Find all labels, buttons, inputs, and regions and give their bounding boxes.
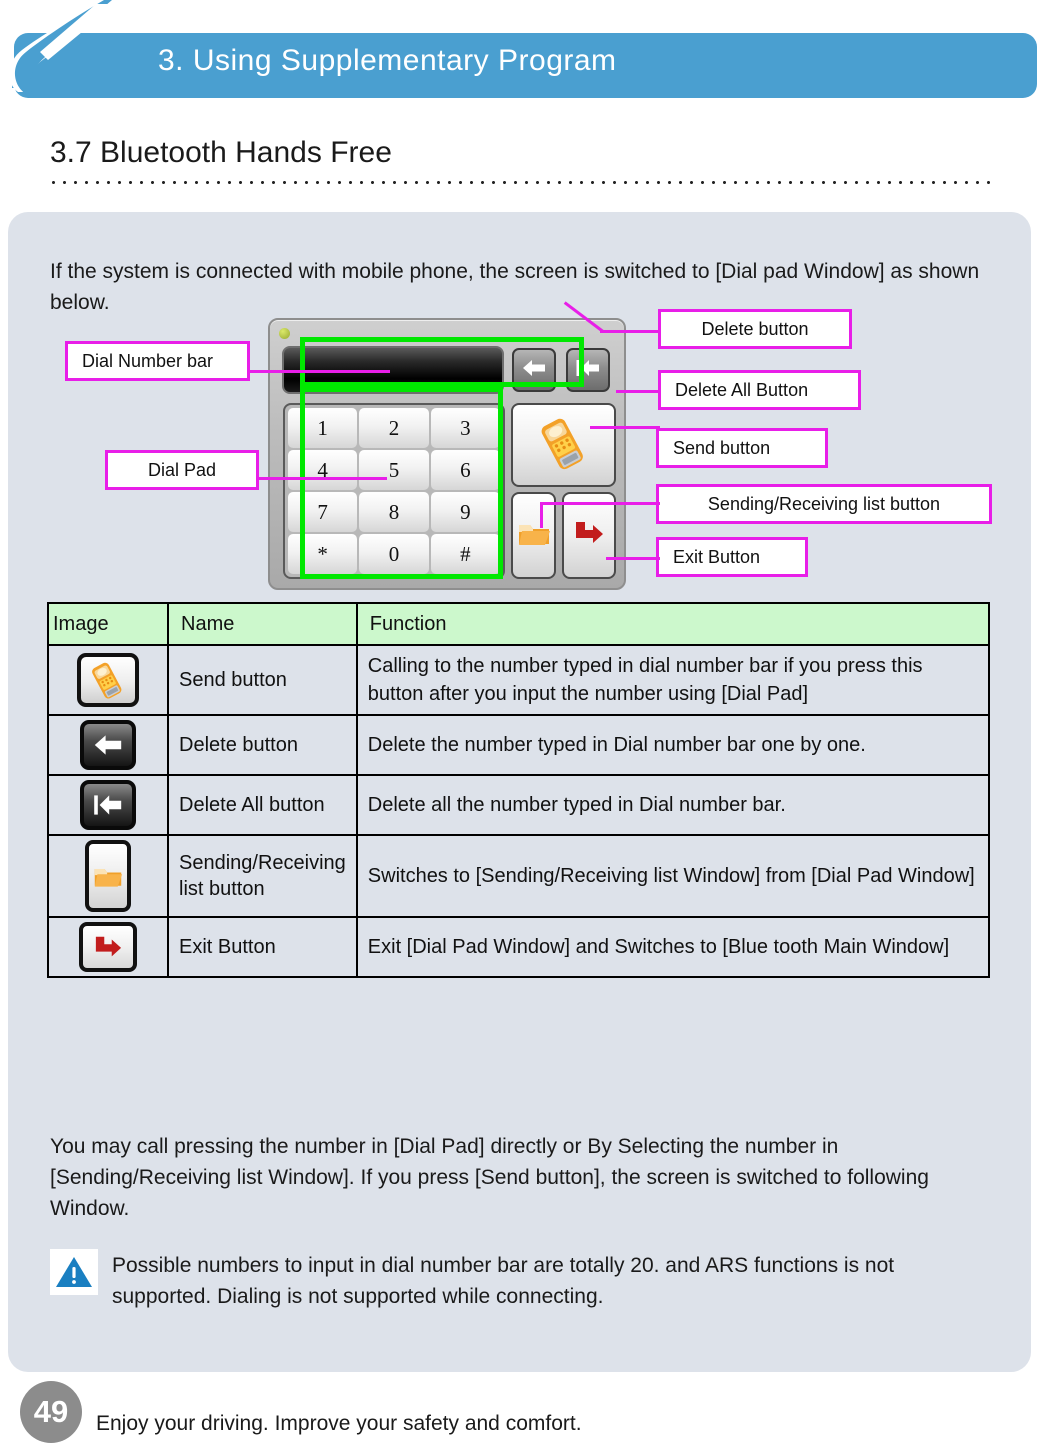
mobile-phone-icon xyxy=(533,415,595,476)
cell-image xyxy=(47,714,169,776)
callout-sending-receiving-list-button: Sending/Receiving list button xyxy=(656,484,992,524)
page-title: 3. Using Supplementary Program xyxy=(158,44,617,77)
table-row: Send button Calling to the number typed … xyxy=(47,644,991,716)
send-button[interactable] xyxy=(511,403,616,487)
exit-button[interactable] xyxy=(562,492,616,579)
power-led-icon xyxy=(279,328,290,339)
callout-send-button: Send button xyxy=(656,428,828,468)
cell-image xyxy=(47,644,169,716)
footer-tagline: Enjoy your driving. Improve your safety … xyxy=(96,1412,582,1435)
cell-function: Delete all the number typed in Dial numb… xyxy=(355,774,991,836)
cell-function: Delete the number typed in Dial number b… xyxy=(355,714,991,776)
cell-name: Delete All button xyxy=(167,774,358,836)
highlight-dial-number-bar xyxy=(300,337,584,387)
send-phone-icon xyxy=(77,653,139,707)
cell-name: Exit Button xyxy=(167,916,358,978)
company-logo xyxy=(0,0,130,98)
body-paragraph: You may call pressing the number in [Dia… xyxy=(50,1135,929,1220)
cell-image xyxy=(47,834,169,918)
table-header-row: Image Name Function xyxy=(47,602,991,646)
folder-icon xyxy=(517,518,551,553)
cell-function: Switches to [Sending/Receiving list Wind… xyxy=(355,834,991,918)
right-arrow-exit-icon xyxy=(572,518,606,553)
cell-name: Sending/Receiving list button xyxy=(167,834,358,918)
callout-delete-all-button: Delete All Button xyxy=(658,370,861,410)
cell-function: Calling to the number typed in dial numb… xyxy=(355,644,991,716)
cell-name: Delete button xyxy=(167,714,358,776)
callout-dial-pad: Dial Pad xyxy=(105,450,259,490)
leader-dial-pad xyxy=(259,477,387,480)
section-heading: 3.7 Bluetooth Hands Free xyxy=(50,136,392,169)
table-row: Delete button Delete the number typed in… xyxy=(47,714,991,776)
delete-left-arrow-icon xyxy=(80,720,136,770)
sending-receiving-list-button[interactable] xyxy=(511,492,556,579)
leader-delete-all-button xyxy=(616,390,661,393)
leader-delete-button-h xyxy=(600,330,660,333)
leader-send-button xyxy=(590,426,660,429)
column-header-function: Function xyxy=(355,602,991,646)
table-row: Sending/Receiving list button Switches t… xyxy=(47,834,991,918)
warning-triangle-icon xyxy=(50,1249,98,1295)
cell-image xyxy=(47,916,169,978)
highlight-dial-pad xyxy=(300,387,503,579)
sending-receiving-folder-icon xyxy=(85,840,131,912)
leader-dial-number-bar xyxy=(250,370,390,373)
warning-note: Possible numbers to input in dial number… xyxy=(50,1249,980,1312)
leader-exit-button xyxy=(606,557,660,560)
button-reference-table: Image Name Function Send button Calling … xyxy=(47,602,991,978)
column-header-image: Image xyxy=(47,602,169,646)
leader-sending-list-v xyxy=(540,502,543,528)
exit-right-arrow-icon xyxy=(79,922,137,972)
cell-name: Send button xyxy=(167,644,358,716)
warning-text: Possible numbers to input in dial number… xyxy=(112,1254,895,1308)
callout-exit-button: Exit Button xyxy=(656,537,808,577)
callout-delete-button: Delete button xyxy=(658,309,852,349)
page-number-badge: 49 xyxy=(20,1381,82,1443)
table-row: Exit Button Exit [Dial Pad Window] and S… xyxy=(47,916,991,978)
column-header-name: Name xyxy=(167,602,358,646)
cell-function: Exit [Dial Pad Window] and Switches to [… xyxy=(355,916,991,978)
table-row: Delete All button Delete all the number … xyxy=(47,774,991,836)
section-divider xyxy=(48,180,996,185)
cell-image xyxy=(47,774,169,836)
leader-sending-list-h xyxy=(540,502,660,505)
delete-all-left-arrow-bar-icon xyxy=(80,780,136,830)
callout-dial-number-bar: Dial Number bar xyxy=(65,341,250,381)
manual-page: 3. Using Supplementary Program 3.7 Bluet… xyxy=(0,0,1039,1448)
